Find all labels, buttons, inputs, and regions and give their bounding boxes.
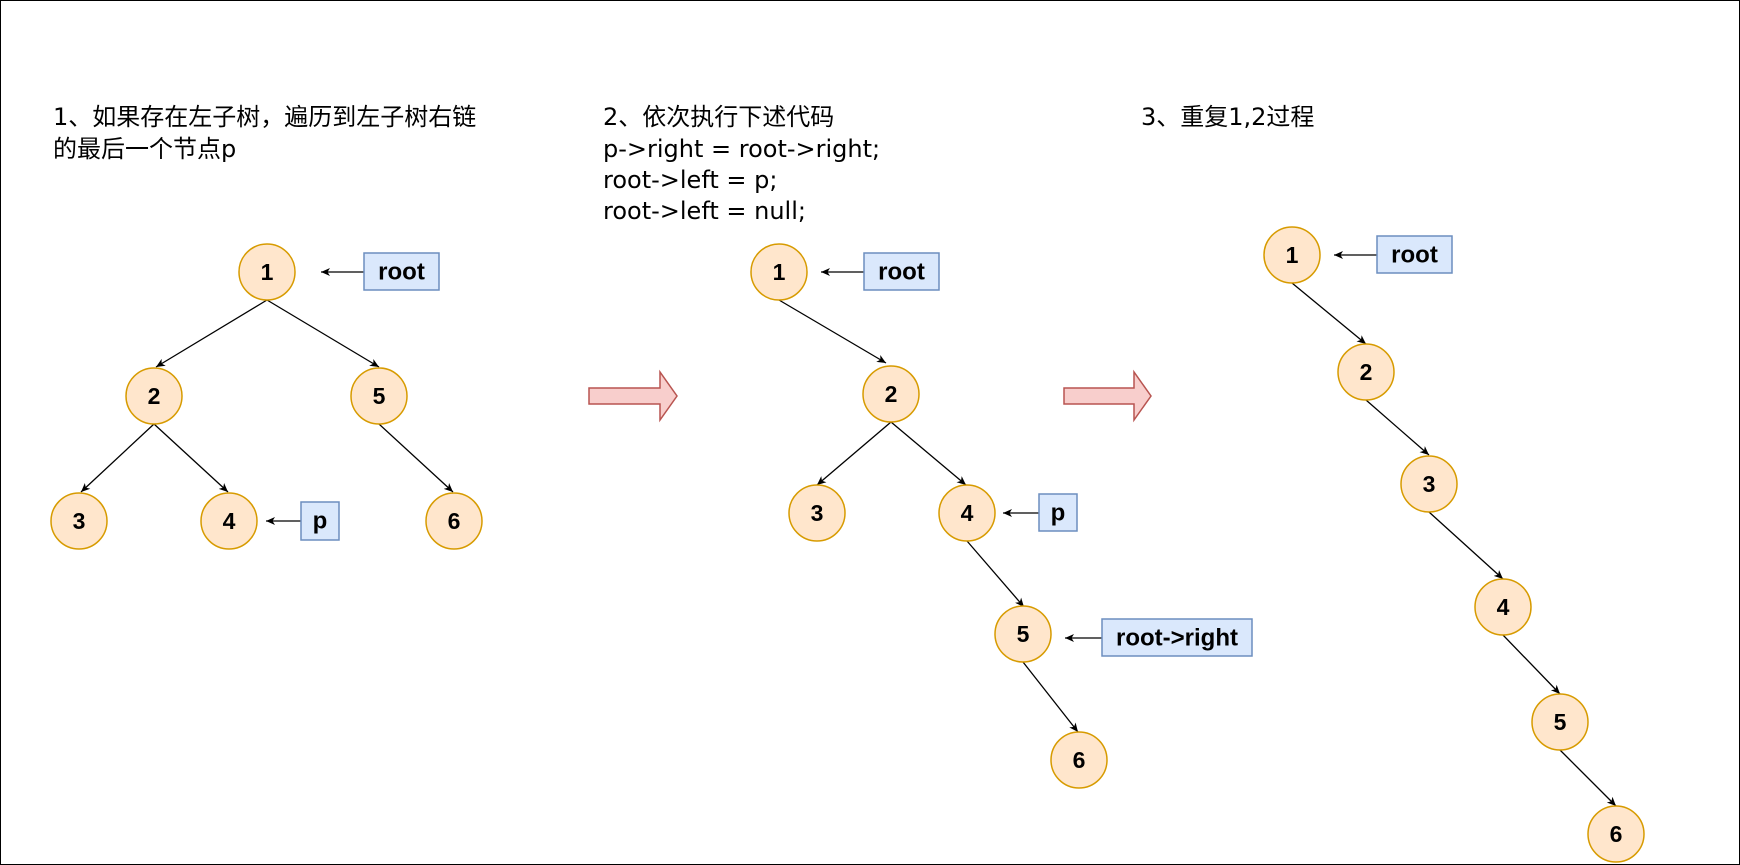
edge-1-2 <box>778 299 887 364</box>
node-label: 1 <box>261 259 274 285</box>
edge-2-4 <box>153 423 229 493</box>
tree3-node-5: 5 <box>1531 693 1589 751</box>
step2-line1: 2、依次执行下述代码 <box>603 103 834 131</box>
node-label: 6 <box>1073 747 1086 773</box>
tree2-node-6: 6 <box>1050 731 1108 789</box>
node-label: 3 <box>73 508 86 534</box>
tree1-p-tag: p <box>266 501 340 541</box>
tag-label: root->right <box>1116 625 1238 652</box>
node-label: 2 <box>148 383 161 409</box>
step1-description: 1、如果存在左子树，遍历到左子树右链 的最后一个节点p <box>53 103 476 163</box>
tree2-root-right-tag: root->right <box>1065 618 1253 657</box>
node-label: 3 <box>811 500 824 526</box>
tree1-node-3: 3 <box>50 492 108 550</box>
step3-description: 3、重复1,2过程 <box>1141 103 1314 131</box>
tree2-node-1: 1 <box>750 243 808 301</box>
edge-1-2 <box>155 299 268 368</box>
node-label: 1 <box>1286 242 1299 268</box>
tag-label: root <box>878 259 925 286</box>
tree3-node-1: 1 <box>1263 226 1321 284</box>
tree2-node-2: 2 <box>862 365 920 423</box>
step2-code-line3: root->left = null; <box>603 197 806 225</box>
edge-5-6 <box>1022 661 1079 733</box>
tag-label: root <box>378 259 425 286</box>
tree2-p-tag: p <box>1003 493 1078 532</box>
tree3-node-2: 2 <box>1337 343 1395 401</box>
edge-1-2 <box>1291 282 1367 345</box>
tree1-node-4: 4 <box>200 492 258 550</box>
tree2-node-4: 4 <box>938 484 996 542</box>
tree1-node-1: 1 <box>238 243 296 301</box>
step2-description: 2、依次执行下述代码 p->right = root->right; root-… <box>603 103 880 225</box>
node-label: 2 <box>885 381 898 407</box>
tag-label: p <box>313 508 328 535</box>
edge-4-5 <box>966 540 1025 608</box>
tree3-node-6: 6 <box>1587 805 1645 863</box>
step3-line1: 3、重复1,2过程 <box>1141 103 1314 131</box>
transition-arrow-1 <box>588 369 678 423</box>
tree1-node-6: 6 <box>425 492 483 550</box>
node-label: 4 <box>1497 594 1510 620</box>
edge-2-4 <box>890 421 967 486</box>
step1-line1: 1、如果存在左子树，遍历到左子树右链 <box>53 103 476 131</box>
edge-5-6 <box>378 423 454 493</box>
node-label: 4 <box>223 508 236 534</box>
tag-label: p <box>1051 500 1066 527</box>
tree3-root-tag: root <box>1334 235 1453 274</box>
node-label: 2 <box>1360 359 1373 385</box>
node-label: 1 <box>773 259 786 285</box>
edge-4-5 <box>1502 634 1561 695</box>
node-label: 6 <box>1610 821 1623 847</box>
edge-3-4 <box>1428 511 1504 580</box>
tree1-root-tag: root <box>321 252 440 291</box>
transition-arrow-2 <box>1063 369 1152 423</box>
tree1-node-5: 5 <box>350 367 408 425</box>
node-label: 5 <box>1554 709 1567 735</box>
tree3-node-4: 4 <box>1474 578 1532 636</box>
step2-code-line2: root->left = p; <box>603 166 777 194</box>
tree1-node-2: 2 <box>125 367 183 425</box>
edge-1-5 <box>266 299 380 368</box>
step2-code-line1: p->right = root->right; <box>603 135 880 163</box>
edge-2-3 <box>816 421 892 486</box>
edge-5-6 <box>1559 749 1617 807</box>
edge-2-3 <box>1365 399 1430 456</box>
tree-flatten-diagram: 1、如果存在左子树，遍历到左子树右链 的最后一个节点p 2、依次执行下述代码 p… <box>50 103 1645 863</box>
tree2-node-5: 5 <box>994 605 1052 663</box>
node-label: 5 <box>1017 621 1030 647</box>
tree3-node-3: 3 <box>1400 455 1458 513</box>
tree1: 1 2 5 3 4 6 root p <box>50 243 483 550</box>
node-label: 4 <box>961 500 974 526</box>
step1-line2: 的最后一个节点p <box>53 135 236 163</box>
node-label: 3 <box>1423 471 1436 497</box>
tree2: 1 2 3 4 5 6 root p root->right <box>750 243 1253 789</box>
node-label: 6 <box>448 508 461 534</box>
node-label: 5 <box>373 383 386 409</box>
edge-2-3 <box>80 423 155 493</box>
tag-label: root <box>1391 242 1438 269</box>
tree3: 1 2 3 4 5 6 root <box>1263 226 1645 863</box>
tree2-node-3: 3 <box>788 484 846 542</box>
tree2-root-tag: root <box>821 252 940 291</box>
